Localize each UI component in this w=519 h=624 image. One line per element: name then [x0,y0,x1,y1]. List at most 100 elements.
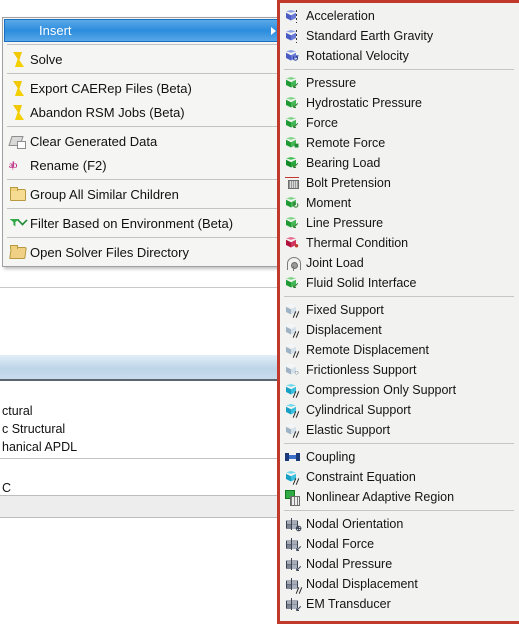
submenu-item-remote-displacement[interactable]: Remote Displacement [280,340,519,360]
context-menu-item-label: Open Solver Files Directory [30,244,189,260]
nonlinear-adaptive-region-icon [285,489,301,506]
white-cube-elastic-support-icon [285,422,301,438]
context-menu-item-label: Insert [39,23,72,38]
submenu-item-fluid-solid-interface[interactable]: ↙ Fluid Solid Interface [280,273,519,293]
white-cube-remote-displacement-icon [285,342,301,358]
submenu-item-hydrostatic-pressure[interactable]: ↙ Hydrostatic Pressure [280,93,519,113]
submenu-item-line-pressure[interactable]: ↙ Line Pressure [280,213,519,233]
submenu-item-standard-earth-gravity[interactable]: Standard Earth Gravity [280,26,519,46]
submenu-item-rotational-velocity[interactable]: ↺ Rotational Velocity [280,46,519,66]
submenu-item-label: Elastic Support [306,423,391,437]
submenu-item-label: Remote Force [306,136,386,150]
submenu-item-compression-only-support[interactable]: Compression Only Support [280,380,519,400]
coupling-icon [285,449,301,465]
menu-separator [7,44,282,45]
blue-cube-acceleration-icon [285,8,301,24]
context-menu-item-group-all-similar-children[interactable]: Group All Similar Children [3,182,286,206]
lightning-bolt-icon [9,104,26,121]
submenu-item-label: Moment [306,196,352,210]
context-menu-item-label: Filter Based on Environment (Beta) [30,215,234,231]
submenu-separator [284,443,514,444]
context-menu-item-open-solver-files-directory[interactable]: Open Solver Files Directory [3,240,286,264]
green-cube-fluid-solid-interface-icon: ↙ [285,275,301,291]
submenu-item-label: Displacement [306,323,382,337]
submenu-item-label: Constraint Equation [306,470,416,484]
menu-separator [7,179,282,180]
context-menu[interactable]: Insert Solve Export CAERep Files (Beta) … [2,17,287,267]
green-cube-line-pressure-icon: ↙ [285,215,301,231]
context-menu-item-rename[interactable]: a|b Rename (F2) [3,153,286,177]
submenu-item-label: Line Pressure [306,216,384,230]
submenu-item-label: Force [306,116,338,130]
submenu-item-label: Rotational Velocity [306,49,409,63]
bolt-pretension-icon [285,175,301,191]
submenu-item-nodal-displacement[interactable]: Nodal Displacement [280,574,519,594]
submenu-item-label: Bearing Load [306,156,381,170]
white-cube-frictionless-support-icon: ○ [285,362,301,378]
lightning-bolt-icon [9,51,26,68]
submenu-item-label: Remote Displacement [306,343,429,357]
submenu-item-label: Nodal Orientation [306,517,404,531]
wire-cube-nodal-force-icon: ↙ [285,536,302,553]
submenu-item-thermal-condition[interactable]: ● Thermal Condition [280,233,519,253]
submenu-item-frictionless-support[interactable]: ○ Frictionless Support [280,360,519,380]
context-menu-item-abandon-rsm-jobs[interactable]: Abandon RSM Jobs (Beta) [3,100,286,124]
rename-ab-icon: a|b [9,159,17,170]
context-menu-item-label: Abandon RSM Jobs (Beta) [30,104,185,120]
green-cube-pressure-icon: ↙ [285,75,301,91]
lightning-bolt-icon [9,80,26,97]
submenu-item-nonlinear-adaptive-region[interactable]: Nonlinear Adaptive Region [280,487,519,507]
submenu-item-label: Joint Load [306,256,364,270]
context-menu-item-label: Group All Similar Children [30,186,179,202]
context-menu-item-clear-generated-data[interactable]: Clear Generated Data [3,129,286,153]
submenu-item-force[interactable]: ↙ Force [280,113,519,133]
submenu-item-label: Nodal Displacement [306,577,418,591]
white-cube-fixed-support-icon [285,302,301,318]
white-cube-displacement-icon [285,322,301,338]
folder-open-icon [9,244,26,261]
menu-separator [7,73,282,74]
submenu-item-cylindrical-support[interactable]: Cylindrical Support [280,400,519,420]
green-solid-bearing-load-icon: ↙ [285,155,301,171]
submenu-item-label: Frictionless Support [306,363,417,377]
submenu-item-coupling[interactable]: Coupling [280,447,519,467]
submenu-item-displacement[interactable]: Displacement [280,320,519,340]
submenu-item-bolt-pretension[interactable]: Bolt Pretension [280,173,519,193]
context-menu-item-label: Solve [30,51,63,67]
submenu-item-nodal-force[interactable]: ↙ Nodal Force [280,534,519,554]
submenu-item-bearing-load[interactable]: ↙ Bearing Load [280,153,519,173]
submenu-item-label: Standard Earth Gravity [306,29,434,43]
submenu-item-nodal-orientation[interactable]: ⊕ Nodal Orientation [280,514,519,534]
bg-row-label: hanical APDL [2,440,78,454]
context-menu-item-export-caerep-files[interactable]: Export CAERep Files (Beta) [3,76,286,100]
submenu-item-label: Nodal Force [306,537,375,551]
context-menu-item-insert[interactable]: Insert [4,19,285,42]
submenu-item-label: Coupling [306,450,356,464]
bg-row [0,495,290,518]
submenu-item-label: Acceleration [306,9,375,23]
eraser-icon [9,133,26,150]
submenu-item-moment[interactable]: ↻ Moment [280,193,519,213]
menu-separator [7,208,282,209]
submenu-item-fixed-support[interactable]: Fixed Support [280,300,519,320]
submenu-item-label: Cylindrical Support [306,403,411,417]
wire-cube-nodal-pressure-icon: ↙ [285,556,302,573]
submenu-item-label: Bolt Pretension [306,176,391,190]
submenu-item-joint-load[interactable]: Joint Load [280,253,519,273]
submenu-item-em-transducer[interactable]: ↙ EM Transducer [280,594,519,614]
context-menu-item-label: Rename (F2) [30,157,107,173]
bg-row-label: ctural [2,404,33,418]
submenu-item-acceleration[interactable]: Acceleration [280,6,519,26]
submenu-item-label: Compression Only Support [306,383,457,397]
submenu-item-remote-force[interactable]: ■ Remote Force [280,133,519,153]
submenu-item-constraint-equation[interactable]: Constraint Equation [280,467,519,487]
insert-submenu[interactable]: Acceleration Standard Earth Gravity ↺ Ro… [277,0,519,624]
context-menu-item-filter-based-on-environment[interactable]: Filter Based on Environment (Beta) [3,211,286,235]
submenu-item-nodal-pressure[interactable]: ↙ Nodal Pressure [280,554,519,574]
submenu-item-pressure[interactable]: ↙ Pressure [280,73,519,93]
context-menu-item-solve[interactable]: Solve [3,47,286,71]
menu-separator [7,237,282,238]
submenu-item-label: EM Transducer [306,597,391,611]
context-menu-item-label: Export CAERep Files (Beta) [30,80,192,96]
submenu-item-elastic-support[interactable]: Elastic Support [280,420,519,440]
